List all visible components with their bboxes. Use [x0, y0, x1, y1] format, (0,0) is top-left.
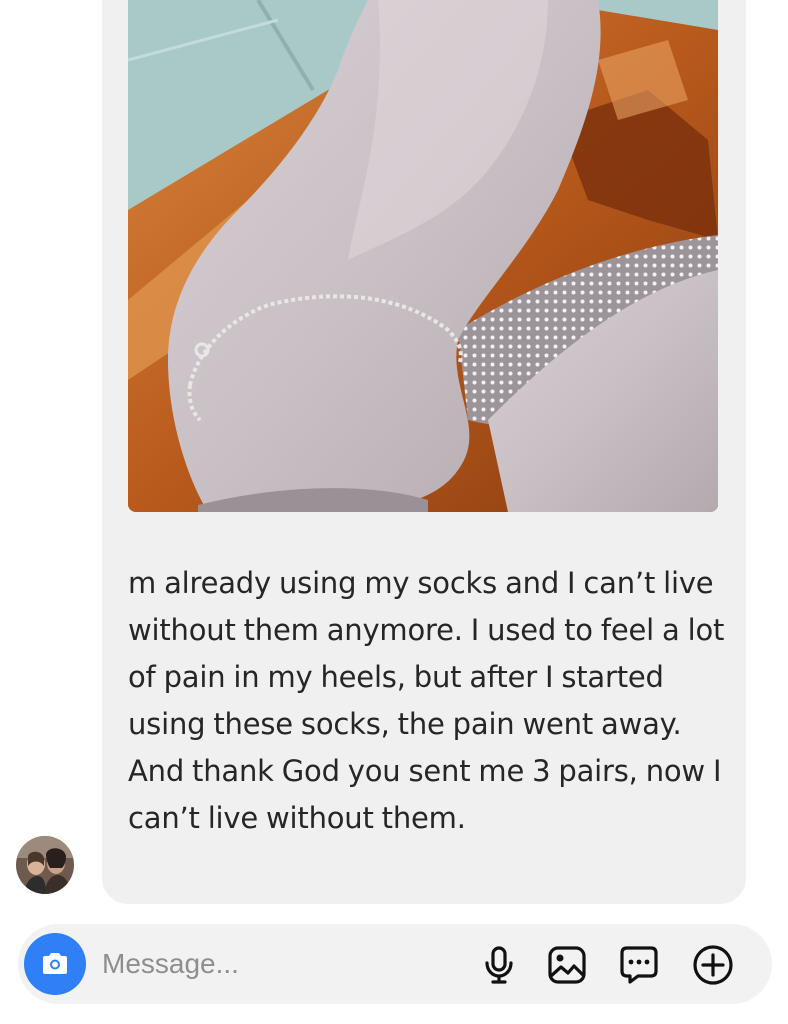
camera-icon [43, 953, 67, 974]
sticker-button[interactable] [616, 942, 662, 988]
chat-bubble-icon [620, 946, 658, 984]
microphone-button[interactable] [476, 942, 522, 988]
microphone-icon [485, 946, 513, 984]
add-button[interactable] [690, 942, 736, 988]
message-text: m already using my socks and I can’t liv… [128, 566, 725, 835]
gallery-button[interactable] [544, 942, 590, 988]
camera-button[interactable] [24, 933, 86, 995]
plus-circle-icon [693, 945, 733, 985]
sender-avatar[interactable] [16, 836, 74, 894]
message-photo[interactable] [128, 0, 718, 512]
message-composer [18, 924, 772, 1004]
image-icon [548, 946, 586, 984]
chat-thread: m already using my socks and I can’t liv… [0, 0, 788, 1024]
message-input[interactable] [102, 944, 442, 984]
